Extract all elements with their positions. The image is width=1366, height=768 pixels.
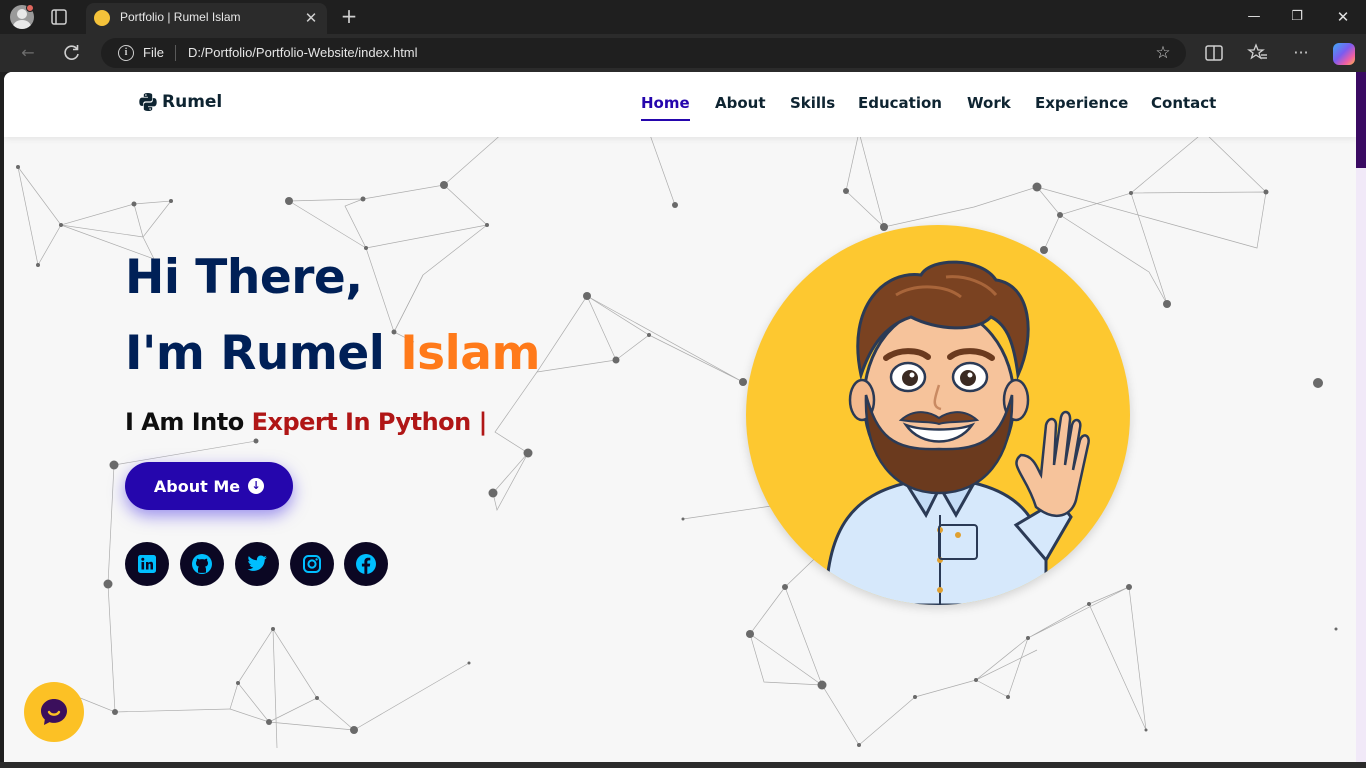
arrow-down-circle-icon: ↓ [248,478,265,494]
typed-text: Expert In Python [251,408,472,436]
github-button[interactable] [180,542,224,586]
hero-greeting: Hi There, [125,250,363,305]
url-text[interactable]: D:/Portfolio/Portfolio-Website/index.htm… [188,45,418,60]
tab-portfolio[interactable]: Portfolio | Rumel Islam ✕ [86,3,327,34]
nav-work[interactable]: Work [967,94,1011,112]
nav-experience[interactable]: Experience [1035,94,1128,112]
site-info-icon[interactable]: i [118,45,134,61]
about-me-label: About Me [153,476,241,496]
nav-contact[interactable]: Contact [1151,94,1216,112]
omnibox-divider [175,45,176,61]
hero-subtitle: I Am Into Expert In Python | [125,408,487,436]
restore-button[interactable]: ❐ [1274,0,1320,34]
back-arrow-icon[interactable]: ← [17,42,39,64]
instagram-button[interactable] [290,542,334,586]
nav-education[interactable]: Education [858,94,942,112]
tab-title: Portfolio | Rumel Islam [120,10,241,24]
facebook-button[interactable] [344,542,388,586]
profile-avatar-image [746,225,1130,605]
typing-cursor: | [470,408,488,436]
tab-favicon-icon [94,10,110,26]
minimize-button[interactable]: — [1231,0,1277,34]
linkedin-button[interactable] [125,542,169,586]
window-bottom-edge [0,762,1366,768]
hero-intro-accent: Islam [400,326,540,381]
tab-actions-icon[interactable] [50,8,68,26]
profile-notification-dot [26,4,34,12]
page-viewport: Rumel Home About Skills Education Work E… [4,72,1366,762]
browser-tab-bar: Portfolio | Rumel Islam ✕ + — ❐ ✕ [0,0,1366,34]
hero-intro-name: I'm Rumel [125,326,401,381]
scrollbar-thumb[interactable] [1356,72,1366,168]
nav-about[interactable]: About [715,94,766,112]
facebook-icon [356,554,376,574]
active-nav-underline [641,119,690,121]
chat-bubble-icon [41,699,67,725]
copilot-icon[interactable] [1333,43,1355,65]
python-logo-icon [139,93,157,111]
nav-home[interactable]: Home [641,94,690,112]
twitter-icon [247,555,267,571]
about-me-button[interactable]: About Me ↓ [125,462,293,510]
hero-intro: I'm Rumel Islam [125,326,540,381]
github-icon [192,554,212,574]
twitter-button[interactable] [235,542,279,586]
linkedin-icon [138,555,156,573]
close-window-button[interactable]: ✕ [1320,0,1366,34]
site-navbar: Rumel Home About Skills Education Work E… [4,72,1356,137]
favorites-icon[interactable] [1247,42,1269,64]
close-tab-icon[interactable]: ✕ [302,9,320,27]
brand-logo[interactable]: Rumel [138,92,222,112]
instagram-icon [303,555,321,573]
more-menu-icon[interactable]: ··· [1290,42,1312,64]
address-omnibox[interactable]: i File D:/Portfolio/Portfolio-Website/in… [101,38,1186,68]
split-screen-icon[interactable] [1203,42,1225,64]
brand-name: Rumel [162,92,223,112]
scheme-label: File [143,45,164,60]
page-scrollbar[interactable] [1356,72,1366,762]
favorite-star-icon[interactable]: ☆ [1152,42,1174,64]
refresh-icon[interactable] [61,42,83,64]
address-bar-row: ← i File D:/Portfolio/Portfolio-Website/… [0,34,1366,72]
new-tab-button[interactable]: + [338,5,360,27]
nav-skills[interactable]: Skills [790,94,835,112]
chat-widget-button[interactable] [24,682,84,742]
avatar-illustration [824,260,1090,605]
hero-sub-prefix: I Am Into [125,408,252,436]
